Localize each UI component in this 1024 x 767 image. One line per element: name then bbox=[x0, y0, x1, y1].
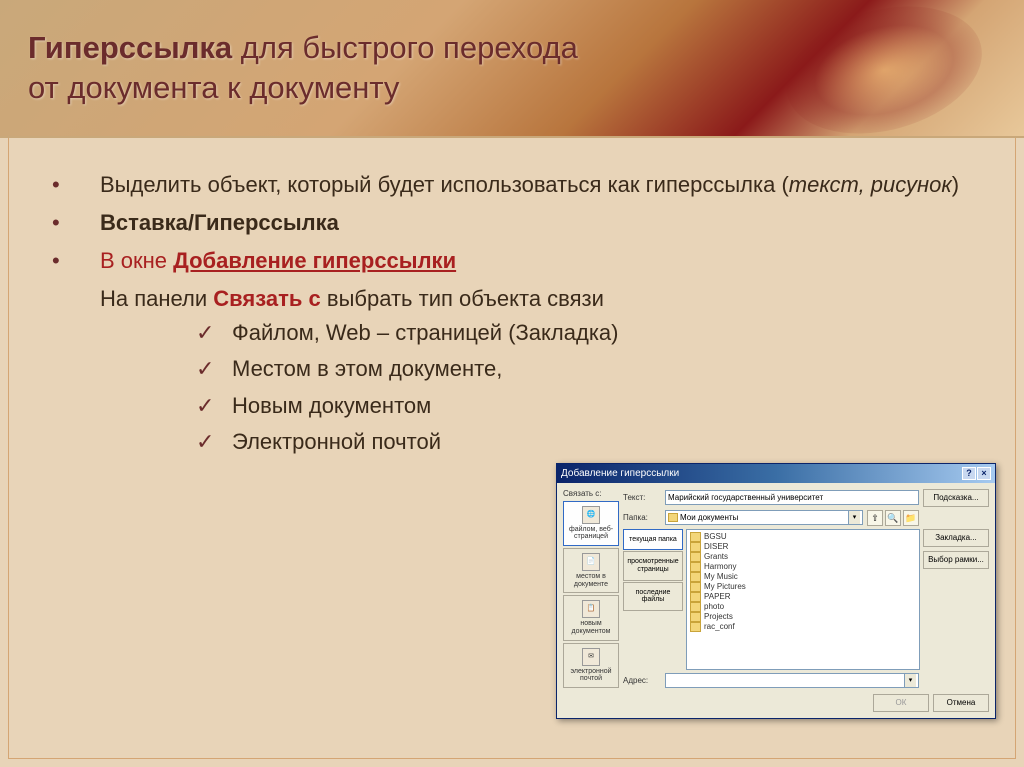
email-icon: ✉ bbox=[582, 648, 600, 666]
address-row: Адрес: ▾ bbox=[623, 673, 989, 688]
help-button[interactable]: ? bbox=[962, 467, 976, 480]
tab-recent-files[interactable]: последние файлы bbox=[623, 582, 683, 611]
browse-web-icon[interactable]: 🔍 bbox=[885, 510, 901, 526]
text-italic: текст, рисунок bbox=[789, 172, 952, 197]
list-item[interactable]: BGSU bbox=[689, 532, 917, 542]
check-item: Новым документом bbox=[196, 389, 1014, 423]
dialog-main: Текст: Подсказка... Папка: Мои документы… bbox=[623, 489, 989, 689]
text: ) bbox=[952, 172, 959, 197]
list-item[interactable]: My Music bbox=[689, 572, 917, 582]
text: На панели bbox=[100, 286, 213, 311]
frame-button[interactable]: Выбор рамки... bbox=[923, 551, 989, 569]
title-rest1: для быстрого перехода bbox=[232, 30, 578, 65]
list-item[interactable]: Projects bbox=[689, 612, 917, 622]
dialog-side-buttons: Закладка... Выбор рамки... bbox=[923, 529, 989, 671]
text-bold: Вставка/Гиперссылка bbox=[100, 210, 339, 235]
text-red: В окне bbox=[100, 248, 173, 273]
text-red-bold: Связать с bbox=[213, 286, 321, 311]
label: электронной почтой bbox=[566, 668, 616, 683]
folder-icon bbox=[690, 572, 701, 582]
folder-label: Папка: bbox=[623, 513, 661, 522]
label: местом в документе bbox=[566, 573, 616, 588]
title-bold: Гиперссылка bbox=[28, 30, 232, 65]
browse-file-icon[interactable]: 📁 bbox=[903, 510, 919, 526]
newdoc-icon: 📋 bbox=[582, 600, 600, 618]
text-red-bold-underline: Добавление гиперссылки bbox=[173, 248, 456, 273]
bookmark-icon: 📄 bbox=[582, 553, 600, 571]
label: файлом, веб-страницей bbox=[566, 526, 616, 541]
hyperlink-dialog: Добавление гиперссылки ? × Связать с: 🌐 … bbox=[556, 463, 996, 720]
link-type-place[interactable]: 📄 местом в документе bbox=[563, 548, 619, 593]
folder-icon bbox=[690, 542, 701, 552]
title-rest2: от документа к документу bbox=[28, 70, 399, 105]
up-folder-icon[interactable]: ⇧ bbox=[867, 510, 883, 526]
check-item: Электронной почтой bbox=[196, 425, 1014, 459]
list-item[interactable]: PAPER bbox=[689, 592, 917, 602]
bookmark-button[interactable]: Закладка... bbox=[923, 529, 989, 547]
text: выбрать тип объекта связи bbox=[321, 286, 604, 311]
close-button[interactable]: × bbox=[977, 467, 991, 480]
list-item[interactable]: Harmony bbox=[689, 562, 917, 572]
bullet-list: Выделить объект, который будет использов… bbox=[44, 168, 1014, 459]
bullet-item: В окне Добавление гиперссылки На панели … bbox=[44, 244, 1014, 459]
folder-icon bbox=[690, 602, 701, 612]
ok-button[interactable]: ОК bbox=[873, 694, 929, 712]
titlebar-buttons: ? × bbox=[962, 467, 991, 480]
hint-button[interactable]: Подсказка... bbox=[923, 489, 989, 507]
folder-toolbar: ⇧ 🔍 📁 bbox=[867, 510, 919, 526]
dialog-titlebar: Добавление гиперссылки ? × bbox=[557, 464, 995, 483]
folder-icon bbox=[690, 612, 701, 622]
tab-browsed-pages[interactable]: просмотренные страницы bbox=[623, 551, 683, 580]
text: Выделить объект, который будет использов… bbox=[100, 172, 789, 197]
folder-icon bbox=[690, 592, 701, 602]
chevron-down-icon: ▾ bbox=[904, 674, 916, 687]
bullet-item: Вставка/Гиперссылка bbox=[44, 206, 1014, 240]
folder-icon bbox=[690, 532, 701, 542]
link-type-panel: 🌐 файлом, веб-страницей 📄 местом в докум… bbox=[563, 501, 619, 689]
folder-icon bbox=[690, 622, 701, 632]
chevron-down-icon: ▾ bbox=[848, 511, 860, 524]
cancel-button[interactable]: Отмена bbox=[933, 694, 989, 712]
list-item[interactable]: My Pictures bbox=[689, 582, 917, 592]
list-item[interactable]: Grants bbox=[689, 552, 917, 562]
file-list[interactable]: BGSU DISER Grants Harmony My Music My Pi… bbox=[686, 529, 920, 671]
check-item: Местом в этом документе, bbox=[196, 352, 1014, 386]
folder-icon bbox=[690, 552, 701, 562]
address-combo[interactable]: ▾ bbox=[665, 673, 919, 688]
list-item[interactable]: rac_conf bbox=[689, 622, 917, 632]
dialog-footer: ОК Отмена bbox=[557, 694, 995, 718]
text-input[interactable] bbox=[665, 490, 919, 505]
check-list: Файлом, Web – страницей (Закладка) Место… bbox=[100, 316, 1014, 458]
globe-icon: 🌐 bbox=[582, 506, 600, 524]
folder-icon bbox=[690, 562, 701, 572]
link-with-label: Связать с: bbox=[563, 489, 619, 498]
list-item[interactable]: DISER bbox=[689, 542, 917, 552]
folder-row: Папка: Мои документы ▾ ⇧ 🔍 📁 bbox=[623, 510, 989, 526]
slide-content: Выделить объект, который будет использов… bbox=[0, 138, 1024, 473]
folder-combo[interactable]: Мои документы ▾ bbox=[665, 510, 863, 525]
browse-tabs: текущая папка просмотренные страницы пос… bbox=[623, 529, 683, 671]
slide-header: Гиперссылка для быстрого перехода от док… bbox=[0, 0, 1024, 138]
list-item[interactable]: photo bbox=[689, 602, 917, 612]
dialog-body: Связать с: 🌐 файлом, веб-страницей 📄 мес… bbox=[557, 483, 995, 695]
folder-icon bbox=[668, 513, 678, 522]
text-label: Текст: bbox=[623, 493, 661, 502]
folder-value: Мои документы bbox=[680, 511, 738, 524]
link-type-file-web[interactable]: 🌐 файлом, веб-страницей bbox=[563, 501, 619, 546]
link-type-email[interactable]: ✉ электронной почтой bbox=[563, 643, 619, 688]
file-browser: текущая папка просмотренные страницы пос… bbox=[623, 529, 989, 671]
text-row: Текст: Подсказка... bbox=[623, 489, 989, 507]
folder-icon bbox=[690, 582, 701, 592]
tab-current-folder[interactable]: текущая папка bbox=[623, 529, 683, 551]
bullet-item: Выделить объект, который будет использов… bbox=[44, 168, 1014, 202]
link-type-newdoc[interactable]: 📋 новым документом bbox=[563, 595, 619, 640]
label: новым документом bbox=[566, 620, 616, 635]
address-label: Адрес: bbox=[623, 676, 661, 685]
check-item: Файлом, Web – страницей (Закладка) bbox=[196, 316, 1014, 350]
dialog-title: Добавление гиперссылки bbox=[561, 468, 679, 479]
slide-title: Гиперссылка для быстрого перехода от док… bbox=[28, 28, 578, 109]
